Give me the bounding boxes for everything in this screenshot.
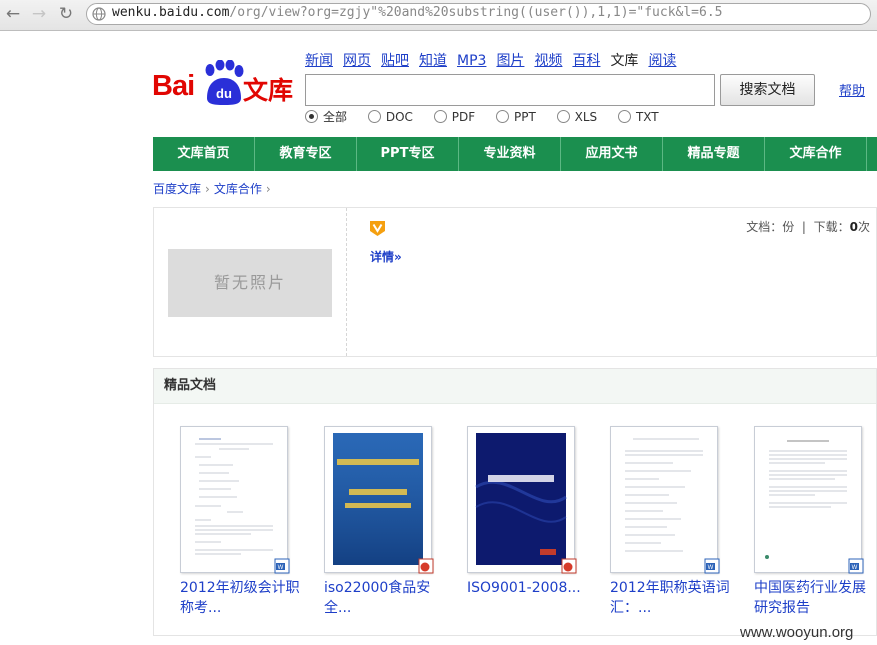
url-host: wenku.baidu.com <box>112 5 230 20</box>
product-links: 新闻 网页 贴吧 知道 MP3 图片 视频 百科 文库 阅读 <box>305 50 686 70</box>
navy-cover-thumb <box>468 427 574 572</box>
org-info-panel: 暂无照片 详情» 文档：份 | 下载：0次 <box>153 207 877 357</box>
word-file-icon: W <box>274 558 290 574</box>
radio-circle-icon <box>556 110 570 123</box>
link-mp3[interactable]: MP3 <box>457 53 486 69</box>
chevron-right-icon: › <box>205 182 210 196</box>
stats-docs-unit: 份 <box>782 220 795 234</box>
details-link[interactable]: 详情» <box>370 248 402 265</box>
search-input[interactable] <box>305 74 715 106</box>
ppt-file-icon <box>418 558 434 574</box>
link-news[interactable]: 新闻 <box>305 53 333 69</box>
help-link[interactable]: 帮助 <box>839 80 865 99</box>
paw-du-text: du <box>216 86 232 101</box>
url-path: /org/view?org=zgjy"%20and%20substring((u… <box>229 5 723 20</box>
radio-circle-icon <box>433 110 447 123</box>
radio-circle-icon <box>305 110 318 123</box>
stats-downloads-count: 0 <box>849 220 858 234</box>
baidu-wenku-logo[interactable]: Bai du 文库 <box>152 60 294 106</box>
word-file-icon: W <box>848 558 864 574</box>
nav-applied-docs[interactable]: 应用文书 <box>561 137 663 171</box>
radio-pdf[interactable]: PDF <box>433 110 476 124</box>
stats-divider: | <box>798 220 810 234</box>
forward-arrow-icon[interactable]: → <box>28 3 50 25</box>
word-file-icon: W <box>704 558 720 574</box>
nav-professional[interactable]: 专业资料 <box>459 137 561 171</box>
nav-education[interactable]: 教育专区 <box>255 137 357 171</box>
globe-icon <box>92 7 106 21</box>
radio-ppt[interactable]: PPT <box>495 110 536 124</box>
link-video[interactable]: 视频 <box>534 53 562 69</box>
svg-text:W: W <box>708 565 714 571</box>
radio-label: TXT <box>635 110 659 124</box>
link-tieba[interactable]: 贴吧 <box>381 53 409 69</box>
text-page-thumb <box>611 427 717 572</box>
text-page-thumb <box>181 427 287 572</box>
org-stats: 文档：份 | 下载：0次 <box>746 218 870 235</box>
org-photo-area: 暂无照片 <box>154 208 347 356</box>
doc-thumbnail[interactable]: W <box>610 426 720 574</box>
radio-circle-icon <box>367 110 381 123</box>
paw-icon: du <box>205 60 244 105</box>
doc-card-title[interactable]: 中国医药行业发展研究报告 <box>754 578 874 618</box>
featured-docs-panel: 精品文档 W 2012年初级会计职称考... iso22000食品安全... I… <box>153 368 877 636</box>
watermark-text: www.wooyun.org <box>740 624 854 641</box>
verified-v-icon <box>370 221 385 236</box>
svg-text:W: W <box>278 565 284 571</box>
nav-home[interactable]: 文库首页 <box>153 137 255 171</box>
url-text: wenku.baidu.com/org/view?org=zgjy"%20and… <box>112 5 723 20</box>
ppt-file-icon <box>561 558 577 574</box>
search-button[interactable]: 搜索文档 <box>720 74 815 106</box>
link-images[interactable]: 图片 <box>496 53 524 69</box>
radio-label: PDF <box>451 110 476 124</box>
file-type-filter: 全部 DOC PDF PPT XLS TXT <box>305 108 676 125</box>
chevron-right-icon: › <box>265 182 271 196</box>
nav-featured-topics[interactable]: 精品专题 <box>663 137 765 171</box>
radio-label: DOC <box>385 110 413 124</box>
stats-downloads-unit: 次 <box>857 220 870 234</box>
radio-circle-icon <box>495 110 509 123</box>
radio-doc[interactable]: DOC <box>367 110 413 124</box>
blue-cover-thumb <box>325 427 431 572</box>
reload-icon[interactable]: ↻ <box>55 3 77 25</box>
breadcrumb: 百度文库 › 文库合作 › <box>153 180 275 197</box>
doc-thumbnail[interactable] <box>324 426 434 574</box>
radio-txt[interactable]: TXT <box>617 110 659 124</box>
no-photo-placeholder: 暂无照片 <box>168 249 332 317</box>
stats-downloads-label: 下载： <box>813 220 850 234</box>
radio-circle-icon <box>617 110 631 123</box>
radio-label: PPT <box>513 110 536 124</box>
radio-all[interactable]: 全部 <box>305 108 347 125</box>
logo-bai-text: Bai <box>152 70 195 102</box>
logo-wenku-text: 文库 <box>243 76 294 105</box>
stats-docs-label: 文档： <box>746 220 783 234</box>
breadcrumb-cooperation[interactable]: 文库合作 <box>214 182 262 196</box>
doc-card-title[interactable]: ISO9001-2008... <box>467 578 587 598</box>
link-zhidao[interactable]: 知道 <box>419 53 447 69</box>
nav-cooperation[interactable]: 文库合作 <box>765 137 867 171</box>
link-wenku-current: 文库 <box>610 53 639 69</box>
radio-xls[interactable]: XLS <box>556 110 598 124</box>
doc-thumbnail[interactable] <box>467 426 577 574</box>
breadcrumb-wenku[interactable]: 百度文库 <box>153 182 201 196</box>
doc-card-title[interactable]: iso22000食品安全... <box>324 578 444 618</box>
doc-card-title[interactable]: 2012年初级会计职称考... <box>180 578 300 618</box>
nav-ppt[interactable]: PPT专区 <box>357 137 459 171</box>
featured-docs-title: 精品文档 <box>154 369 876 404</box>
back-arrow-icon[interactable]: ← <box>2 3 24 25</box>
doc-card-title[interactable]: 2012年职称英语词汇：... <box>610 578 730 618</box>
link-read[interactable]: 阅读 <box>648 53 676 69</box>
doc-thumbnail[interactable]: W <box>754 426 864 574</box>
doc-thumbnail[interactable]: W <box>180 426 290 574</box>
link-baike[interactable]: 百科 <box>572 53 600 69</box>
browser-toolbar: ← → ↻ wenku.baidu.com/org/view?org=zgjy"… <box>0 0 877 31</box>
link-web[interactable]: 网页 <box>343 53 371 69</box>
radio-label: XLS <box>574 110 598 124</box>
text-page-thumb <box>755 427 861 572</box>
radio-label: 全部 <box>323 110 348 124</box>
svg-text:W: W <box>852 565 858 571</box>
address-bar[interactable]: wenku.baidu.com/org/view?org=zgjy"%20and… <box>86 3 871 25</box>
main-nav: 文库首页 教育专区 PPT专区 专业资料 应用文书 精品专题 文库合作 <box>153 137 877 171</box>
